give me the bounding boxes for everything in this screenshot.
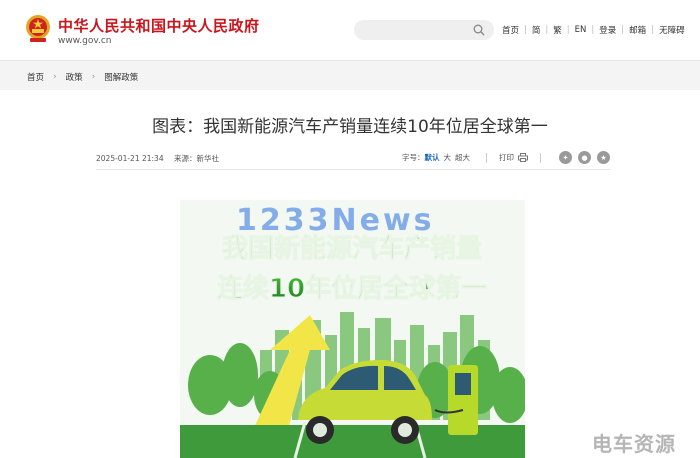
article-meta: 2025-01-21 21:34 来源：新华社 字号： 默认 大 超大 打印 ✦… — [96, 148, 610, 170]
nav-english[interactable]: EN — [575, 25, 587, 35]
site-title[interactable]: 中华人民共和国中央人民政府 — [58, 15, 260, 36]
national-emblem-icon[interactable] — [24, 14, 52, 44]
poster-headline-line2: 连续10年位居全球第一 — [217, 273, 487, 304]
divider — [486, 152, 487, 163]
font-size-large[interactable]: 大 — [444, 152, 452, 163]
source: 来源：新华社 — [174, 154, 219, 163]
nav-accessibility[interactable]: 无障碍 — [659, 24, 685, 36]
divider — [540, 152, 541, 163]
publish-date: 2025-01-21 21:34 — [96, 154, 164, 163]
breadcrumb-home[interactable]: 首页 — [27, 71, 44, 83]
site-header: 中华人民共和国中央人民政府 www.gov.cn 首页 | 简 | 繁 | EN… — [0, 0, 700, 60]
nav-home[interactable]: 首页 — [502, 24, 519, 36]
font-size-default[interactable]: 默认 — [425, 152, 440, 163]
top-nav: 首页 | 简 | 繁 | EN | 登录 | 邮箱 | 无障碍 — [502, 24, 685, 36]
poster-illustration: 我国新能源汽车产销量 连续10年位居全球第一 — [180, 200, 525, 458]
page-title: 图表：我国新能源汽车产销量连续10年位居全球第一 — [152, 117, 548, 137]
breadcrumb-illustrated-policy[interactable]: 图解政策 — [104, 71, 138, 83]
nav-separator: | — [566, 25, 570, 35]
nav-simplified[interactable]: 简 — [532, 24, 541, 36]
nav-traditional[interactable]: 繁 — [553, 24, 562, 36]
source-label: 来源： — [173, 154, 197, 163]
source-value: 新华社 — [196, 154, 219, 163]
print-icon[interactable] — [518, 153, 528, 162]
article-poster: 我国新能源汽车产销量 连续10年位居全球第一 — [180, 200, 525, 458]
breadcrumb-policy[interactable]: 政策 — [66, 71, 83, 83]
nav-separator: | — [651, 25, 655, 35]
favorite-icon[interactable]: ★ — [597, 151, 610, 164]
search-icon[interactable] — [473, 24, 485, 36]
print-label[interactable]: 打印 — [499, 152, 514, 163]
nav-separator: | — [545, 25, 549, 35]
breadcrumb-bar: 首页 › 政策 › 图解政策 — [0, 60, 700, 90]
chevron-right-icon: › — [53, 72, 57, 82]
weibo-share-icon[interactable]: ✦ — [559, 151, 572, 164]
site-domain: www.gov.cn — [58, 36, 112, 46]
font-size-xlarge[interactable]: 超大 — [455, 152, 470, 163]
nav-separator: | — [524, 25, 527, 35]
font-size-label: 字号： — [402, 153, 425, 162]
nav-login[interactable]: 登录 — [599, 24, 616, 36]
corner-watermark: 电车资源 — [592, 432, 676, 456]
watermark-text: 1233News — [236, 203, 435, 238]
search-input[interactable] — [354, 20, 494, 40]
nav-mail[interactable]: 邮箱 — [629, 24, 646, 36]
breadcrumb: 首页 › 政策 › 图解政策 — [27, 71, 138, 83]
nav-separator: | — [591, 25, 595, 35]
wechat-share-icon[interactable]: ● — [578, 151, 591, 164]
nav-separator: | — [621, 25, 625, 35]
chevron-right-icon: › — [91, 72, 96, 82]
